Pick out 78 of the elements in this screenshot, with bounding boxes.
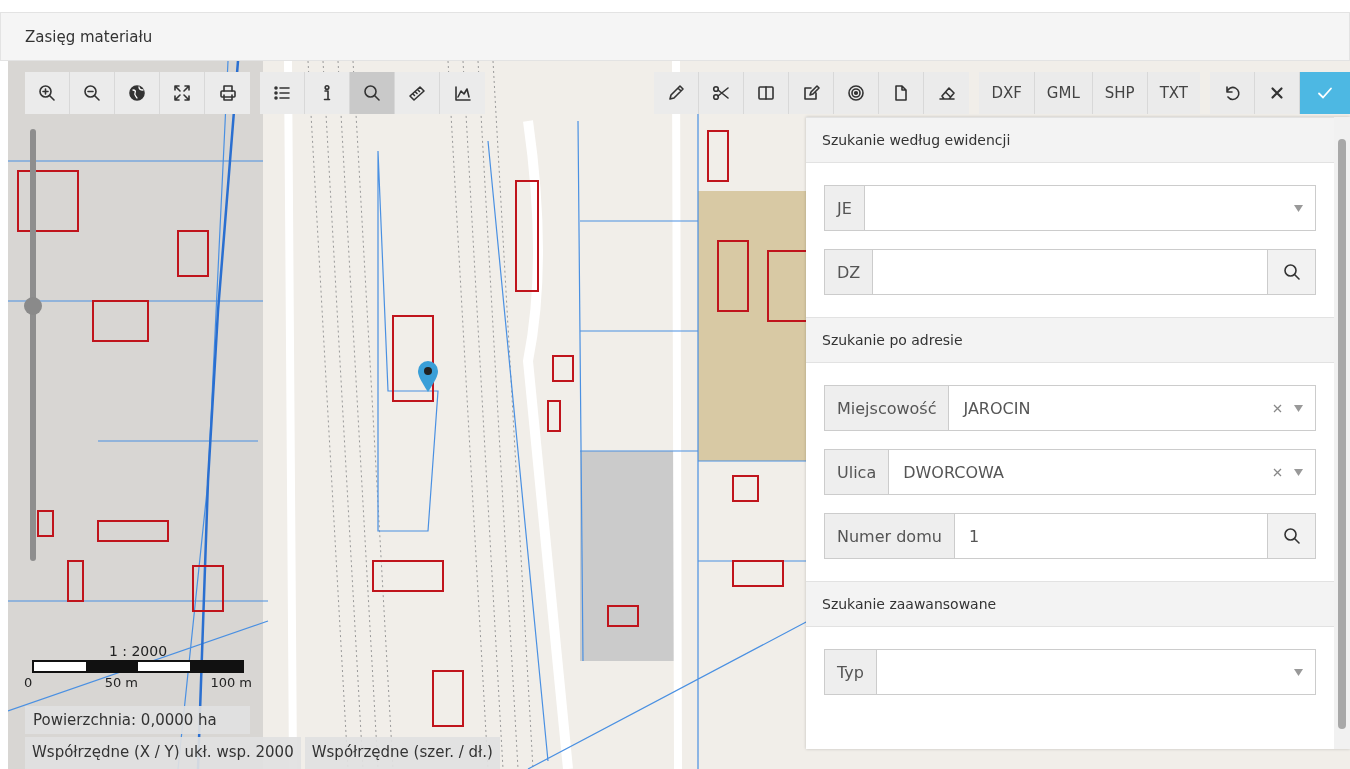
search-field[interactable]: Numer domu 1 [824, 513, 1316, 559]
list-icon [273, 84, 291, 102]
target-icon [847, 84, 866, 102]
tool-button[interactable] [115, 72, 160, 114]
printer-icon [218, 84, 237, 102]
scale-label: 0 [24, 675, 33, 690]
section-title: Szukanie po adresie [822, 332, 963, 348]
dropdown-caret-icon [1294, 468, 1303, 476]
coordinates-readout: Współrzędne (szer. / dł.) [304, 737, 500, 769]
tool-button[interactable] [924, 72, 970, 114]
scrollbar[interactable] [1334, 117, 1350, 749]
field-label: Miejscowość [825, 386, 950, 430]
select-value: JAROCIN [961, 397, 1032, 420]
export-button[interactable]: SHP [1092, 72, 1148, 114]
zoom-in-icon [38, 84, 56, 102]
dropdown-caret-icon [1294, 668, 1303, 676]
expand-icon [173, 84, 191, 102]
select-field[interactable]: Miejscowość JAROCIN [824, 385, 1316, 431]
tool-button[interactable] [205, 72, 250, 114]
area-readout: Powierzchnia: 0,0000 ha [25, 706, 250, 734]
tool-button[interactable] [1255, 72, 1300, 114]
tool-button[interactable] [305, 72, 350, 114]
coordinates-readout: Współrzędne (X / Y) ukł. wsp. 2000 [25, 737, 301, 769]
scrollbar-thumb[interactable] [1338, 139, 1346, 729]
scale-label: 100 m [210, 675, 252, 690]
scissors-icon [712, 84, 731, 102]
search-button[interactable] [1267, 250, 1315, 294]
search-icon [363, 84, 381, 102]
select-field[interactable]: JE [824, 185, 1316, 231]
split-icon [757, 84, 776, 102]
field-label: JE [825, 186, 865, 230]
scale-ratio: 1 : 2000 [107, 643, 169, 659]
tool-button[interactable] [744, 72, 790, 114]
undo-icon [1223, 84, 1241, 102]
tool-button[interactable] [789, 72, 835, 114]
tool-button[interactable] [25, 72, 70, 114]
clear-icon[interactable] [1273, 403, 1282, 413]
ruler-icon [408, 84, 426, 102]
location-pin-icon [417, 361, 439, 393]
tool-button[interactable] [70, 72, 115, 114]
field-label: Typ [825, 650, 877, 694]
field-label: DZ [825, 250, 874, 294]
search-button[interactable] [1267, 514, 1315, 558]
globe-icon [128, 84, 146, 102]
tool-button[interactable] [350, 72, 395, 114]
select-field[interactable]: Typ [824, 649, 1316, 695]
select-value: DWORCOWA [902, 461, 1005, 484]
tool-button[interactable] [260, 72, 305, 114]
export-button[interactable]: TXT [1147, 72, 1200, 114]
field-label: Numer domu [825, 514, 955, 558]
tool-button[interactable] [1210, 72, 1255, 114]
select-field[interactable]: Ulica DWORCOWA [824, 449, 1316, 495]
export-button[interactable]: DXF [979, 72, 1035, 114]
window-title: Zasięg materiału [25, 27, 153, 46]
close-icon [1268, 84, 1286, 102]
search-field[interactable]: DZ [824, 249, 1316, 295]
pencil-icon [667, 84, 686, 102]
tool-button[interactable] [699, 72, 745, 114]
chart-icon [453, 84, 472, 102]
scale-label: 50 m [104, 675, 138, 690]
tool-button[interactable] [395, 72, 440, 114]
search-icon [1282, 527, 1301, 545]
text-input[interactable]: 1 [954, 514, 1267, 558]
export-button[interactable]: GML [1034, 72, 1093, 114]
tool-button[interactable] [879, 72, 925, 114]
clear-icon[interactable] [1273, 467, 1282, 477]
search-icon [1282, 263, 1301, 281]
eraser-icon [937, 84, 956, 102]
section-title: Szukanie zaawansowane [822, 596, 997, 612]
tool-button[interactable] [834, 72, 880, 114]
dropdown-caret-icon [1294, 404, 1303, 412]
tool-button[interactable] [440, 72, 485, 114]
edit-icon [802, 84, 821, 102]
dropdown-caret-icon [1294, 204, 1303, 212]
zoom-out-icon [83, 84, 101, 102]
field-label: Ulica [825, 450, 890, 494]
tool-button[interactable] [160, 72, 205, 114]
section-title: Szukanie według ewidencji [822, 132, 1011, 148]
